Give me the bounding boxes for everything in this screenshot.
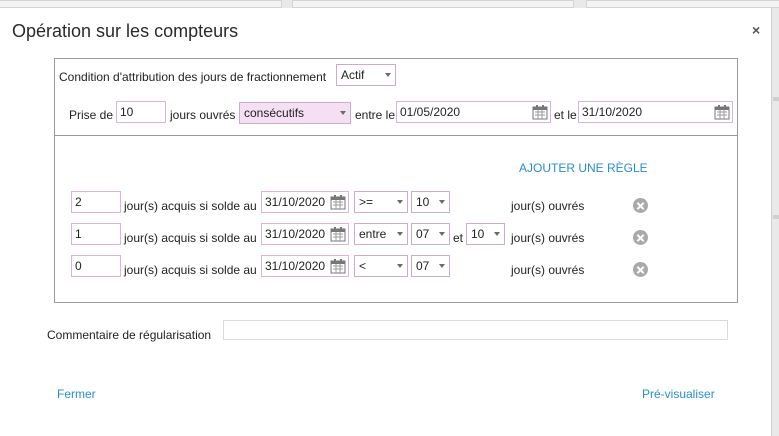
- scrollbar-tick: [773, 97, 779, 101]
- background-window-strip: [0, 0, 282, 8]
- rule-date-input[interactable]: 31/10/2020: [261, 255, 349, 277]
- background-window-strip: [586, 0, 779, 8]
- rule-operator-select[interactable]: <: [354, 255, 408, 277]
- remove-rule-icon[interactable]: [633, 230, 648, 245]
- rule-and-label: et: [453, 231, 464, 245]
- rule-date-input[interactable]: 31/10/2020: [261, 191, 349, 213]
- rule-unit-label: jour(s) ouvrés: [511, 263, 585, 277]
- start-date-input[interactable]: 01/05/2020: [396, 101, 551, 123]
- start-date-value: 01/05/2020: [400, 105, 461, 119]
- rule-operator-select[interactable]: entre: [354, 223, 408, 245]
- preview-button[interactable]: Pré-visualiser: [642, 387, 715, 401]
- prise-days-unit-label: jours ouvrés: [170, 108, 236, 122]
- close-icon[interactable]: ×: [752, 22, 760, 38]
- scrollbar-tick: [773, 215, 779, 219]
- chevron-down-icon: [439, 264, 445, 268]
- rule-value: 07: [416, 259, 430, 273]
- rule-operator-select[interactable]: >=: [354, 191, 408, 213]
- rule-days-input[interactable]: 0: [71, 255, 121, 277]
- prise-label: Prise de: [69, 108, 114, 122]
- calendar-icon[interactable]: [330, 194, 346, 210]
- comment-input[interactable]: [223, 320, 728, 340]
- rule-value-select[interactable]: 07: [411, 223, 450, 245]
- chevron-down-icon: [397, 200, 403, 204]
- rule-days-input[interactable]: 1: [71, 223, 121, 245]
- between-label: entre le: [355, 108, 396, 122]
- rule-acquired-label: jour(s) acquis si solde au: [124, 231, 257, 245]
- condition-label: Condition d'attribution des jours de fra…: [59, 70, 327, 84]
- calendar-icon[interactable]: [330, 226, 346, 242]
- chevron-down-icon: [397, 264, 403, 268]
- chevron-down-icon: [340, 111, 346, 115]
- chevron-down-icon: [439, 232, 445, 236]
- rule-date-value: 31/10/2020: [265, 195, 326, 209]
- end-date-value: 31/10/2020: [582, 105, 643, 119]
- rule-value: 07: [416, 227, 430, 241]
- rule-unit-label: jour(s) ouvrés: [511, 231, 585, 245]
- rule-value-select[interactable]: 07: [411, 255, 450, 277]
- rule-days-input[interactable]: 2: [71, 191, 121, 213]
- chevron-down-icon: [494, 232, 500, 236]
- rule-date-value: 31/10/2020: [265, 227, 326, 241]
- remove-rule-icon[interactable]: [633, 198, 648, 213]
- condition-select[interactable]: Actif: [336, 64, 396, 86]
- background-window-strip: [292, 0, 574, 8]
- remove-rule-icon[interactable]: [633, 262, 648, 277]
- calendar-icon[interactable]: [714, 104, 730, 120]
- add-rule-button[interactable]: AJOUTER UNE RÈGLE: [519, 161, 648, 175]
- counter-operation-dialog: Opération sur les compteurs × Condition …: [0, 8, 772, 436]
- condition-select-value: Actif: [341, 68, 365, 82]
- prise-mode-value: consécutifs: [244, 106, 305, 120]
- rule-date-input[interactable]: 31/10/2020: [261, 223, 349, 245]
- and-label: et le: [554, 108, 577, 122]
- rule-operator-value: <: [359, 259, 367, 273]
- dialog-title: Opération sur les compteurs: [12, 21, 239, 41]
- prise-mode-select[interactable]: consécutifs: [239, 102, 351, 124]
- rule-value-select[interactable]: 10: [411, 191, 450, 213]
- comment-label: Commentaire de régularisation: [47, 328, 212, 342]
- rule-second-value-select[interactable]: 10: [466, 223, 505, 245]
- rule-value: 10: [416, 195, 430, 209]
- rule-unit-label: jour(s) ouvrés: [511, 199, 585, 213]
- rule-acquired-label: jour(s) acquis si solde au: [124, 263, 257, 277]
- end-date-input[interactable]: 31/10/2020: [578, 101, 733, 123]
- chevron-down-icon: [439, 200, 445, 204]
- close-button[interactable]: Fermer: [57, 387, 96, 401]
- chevron-down-icon: [385, 73, 391, 77]
- rule-operator-value: entre: [359, 227, 387, 241]
- rule-operator-value: >=: [359, 195, 374, 209]
- prise-days-input[interactable]: 10: [116, 101, 166, 123]
- rule-date-value: 31/10/2020: [265, 259, 326, 273]
- rule-second-value: 10: [471, 227, 485, 241]
- rule-acquired-label: jour(s) acquis si solde au: [124, 199, 257, 213]
- calendar-icon[interactable]: [330, 258, 346, 274]
- chevron-down-icon: [397, 232, 403, 236]
- calendar-icon[interactable]: [532, 104, 548, 120]
